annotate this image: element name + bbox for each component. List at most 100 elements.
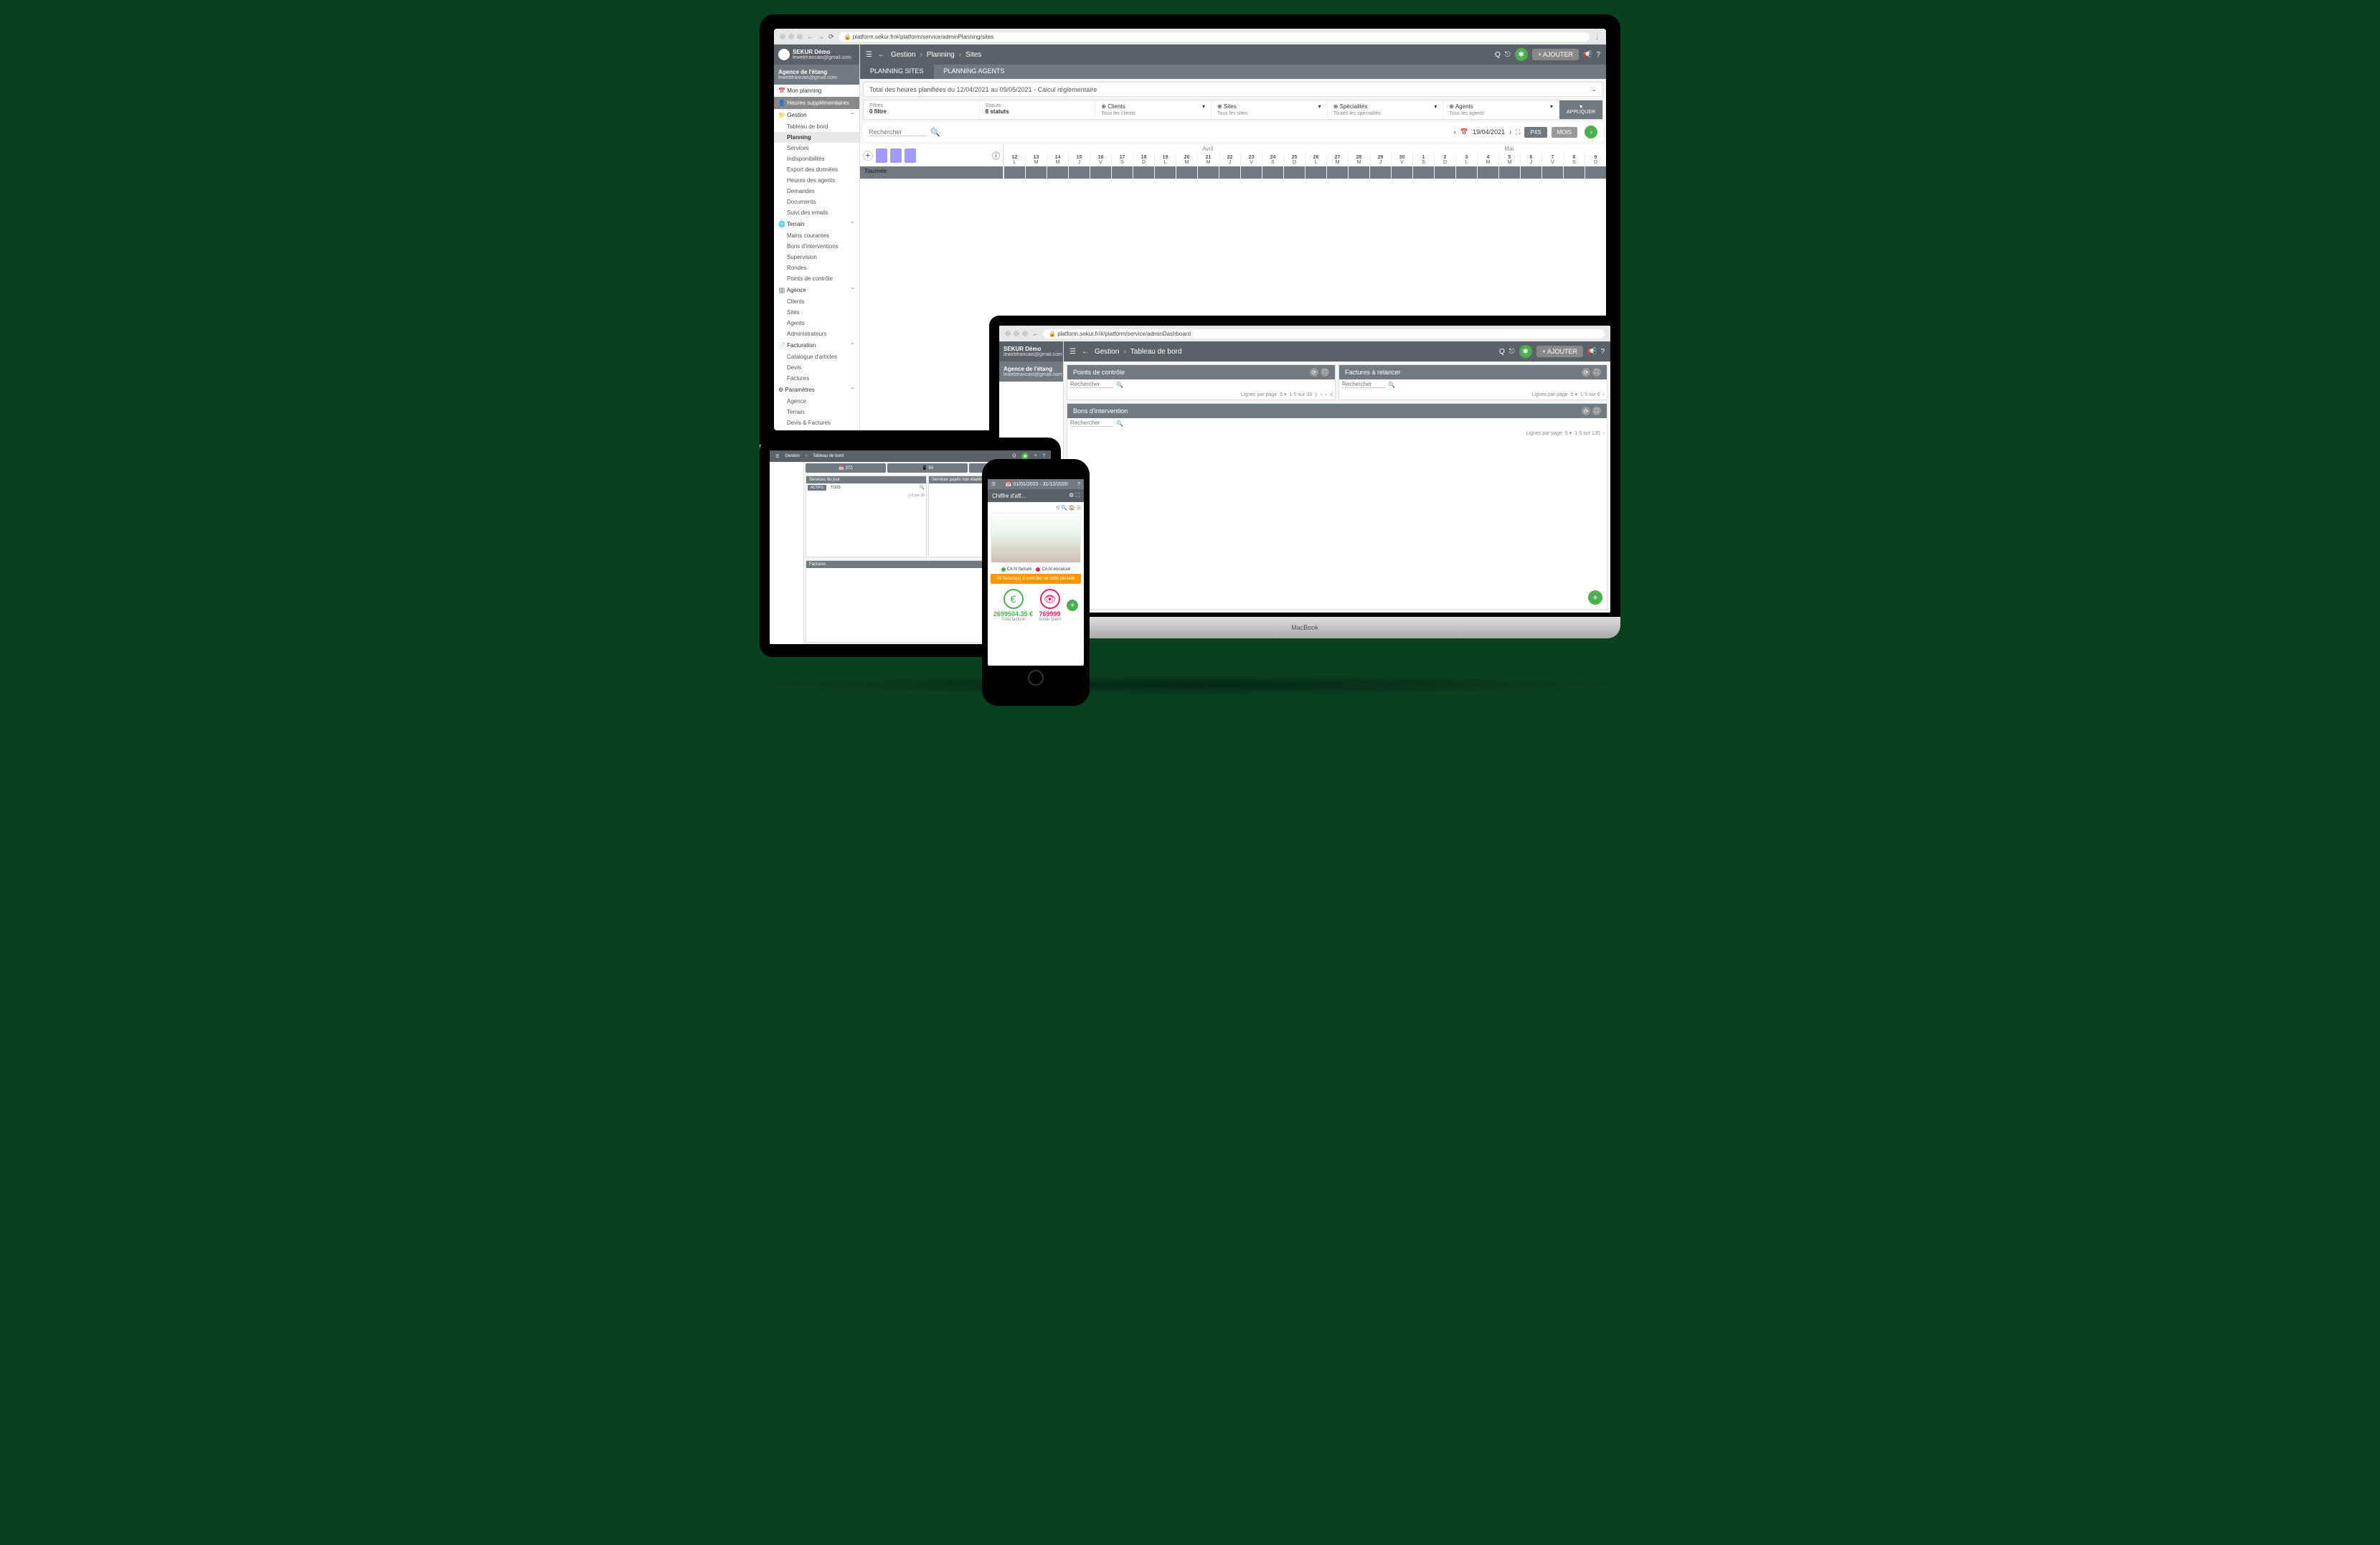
metric-total-facture[interactable]: € 2699504.35 € Total facturé: [993, 589, 1033, 622]
stat-card[interactable]: 📅 372: [806, 463, 886, 473]
planning-cell[interactable]: [1434, 166, 1455, 179]
sidebar-group-parametres[interactable]: ⚙ Paramètres⌃: [774, 384, 859, 396]
menu-icon[interactable]: ☰: [866, 51, 872, 59]
tab-planning-agents[interactable]: PLANNING AGENTS: [934, 65, 1015, 79]
window-controls[interactable]: [780, 34, 803, 39]
sidebar-item-planning[interactable]: Planning: [774, 132, 859, 143]
expand-icon[interactable]: ⛶: [1075, 492, 1080, 499]
planning-cell[interactable]: [1197, 166, 1219, 179]
page-next-button[interactable]: ›: [1603, 431, 1605, 436]
search-icon[interactable]: 🔍: [930, 128, 940, 137]
calendar-day[interactable]: 18D: [1133, 153, 1154, 166]
filter-sites[interactable]: ⊕ Sites▾Tous les sites: [1212, 100, 1328, 119]
filter-statuts[interactable]: Statuts8 statuts: [980, 100, 1096, 119]
add-button[interactable]: + AJOUTER: [1532, 49, 1579, 60]
breadcrumb-item[interactable]: Gestion: [891, 51, 915, 59]
sidebar-item-points-controle[interactable]: Points de contrôle: [774, 273, 859, 284]
calendar-day[interactable]: 23V: [1240, 153, 1262, 166]
planning-cell[interactable]: [1025, 166, 1047, 179]
calendar-day[interactable]: 22J: [1219, 153, 1240, 166]
sidebar-item-documents[interactable]: Documents: [774, 197, 859, 207]
sidebar-item-mon-planning[interactable]: 📅 Mon planning: [774, 85, 859, 97]
planning-cell[interactable]: [1391, 166, 1412, 179]
sidebar-item-bons[interactable]: Bons d'interventions: [774, 241, 859, 252]
planning-cell[interactable]: [1348, 166, 1369, 179]
add-button[interactable]: +: [1034, 454, 1037, 458]
legend-item[interactable]: CA ht facturé: [1001, 567, 1032, 572]
sidebar-item-catalogue[interactable]: Catalogue d'articles: [774, 351, 859, 362]
calendar-day[interactable]: 30V: [1391, 153, 1412, 166]
planning-cell[interactable]: [1219, 166, 1240, 179]
date-prev-button[interactable]: ‹: [1454, 128, 1456, 136]
sidebar-item-supervision[interactable]: Supervision: [774, 252, 859, 263]
sidebar-item-param-devis[interactable]: Devis & Factures: [774, 417, 859, 428]
sidebar-item-param-agence[interactable]: Agence: [774, 396, 859, 407]
page-prev-button[interactable]: ‹: [1321, 392, 1322, 397]
window-controls[interactable]: [1005, 331, 1028, 336]
help-icon[interactable]: ?: [1077, 482, 1080, 487]
calendar-day[interactable]: 27M: [1326, 153, 1348, 166]
breadcrumb-item[interactable]: Gestion: [1095, 348, 1119, 356]
browser-menu-icon[interactable]: ⋮: [1594, 33, 1600, 41]
filter-filtres[interactable]: Filtres0 filtre: [864, 100, 980, 119]
back-icon[interactable]: ←: [1082, 348, 1089, 356]
planning-cell[interactable]: [1585, 166, 1606, 179]
breadcrumb-item[interactable]: Tableau de bord: [813, 454, 844, 458]
sidebar-item-param-terrain[interactable]: Terrain: [774, 407, 859, 417]
calendar-day[interactable]: 20M: [1176, 153, 1197, 166]
page-last-button[interactable]: ›|: [1330, 392, 1333, 397]
add-row-button[interactable]: +: [863, 151, 873, 161]
planning-cell[interactable]: [1455, 166, 1477, 179]
planning-cell[interactable]: [1154, 166, 1176, 179]
sidebar-item-rondes[interactable]: Rondes: [774, 263, 859, 273]
panel-action-icon[interactable]: ⟳: [1582, 368, 1590, 377]
calendar-day[interactable]: 2D: [1434, 153, 1455, 166]
fab-add-button[interactable]: +: [1067, 600, 1078, 611]
planning-cell[interactable]: [1047, 166, 1068, 179]
planning-cell[interactable]: [1412, 166, 1434, 179]
link-icon[interactable]: ⎋: [1505, 51, 1511, 59]
info-bar[interactable]: Total des heures planifiées du 12/04/202…: [863, 82, 1603, 97]
per-page-select[interactable]: 5 ▾: [1565, 430, 1572, 436]
menu-icon[interactable]: ☰: [775, 454, 779, 459]
planning-cell[interactable]: [1305, 166, 1326, 179]
sidebar-item-demandes[interactable]: Demandes: [774, 186, 859, 197]
sidebar-item-agents[interactable]: Agents: [774, 318, 859, 329]
url-bar[interactable]: 🔒 platform.sekur.fr/#/platform/service/a…: [1043, 329, 1605, 339]
search-icon[interactable]: Q: [1495, 51, 1501, 59]
calendar-icon[interactable]: 📅: [1460, 128, 1468, 136]
calendar-day[interactable]: 14M: [1047, 153, 1068, 166]
sidebar-item-export[interactable]: Export des données: [774, 164, 859, 175]
chart-reset-icon[interactable]: ⟲: [1056, 506, 1060, 511]
current-date[interactable]: 19/04/2021: [1473, 128, 1505, 136]
calendar-day[interactable]: 5M: [1498, 153, 1520, 166]
megaphone-icon[interactable]: 📢: [1583, 51, 1592, 59]
sidebar-group-gestion[interactable]: 📁 Gestion⌃: [774, 109, 859, 121]
calendar-day[interactable]: 28M: [1348, 153, 1369, 166]
apply-filter-button[interactable]: ▼APPLIQUER: [1559, 100, 1602, 119]
planning-cell[interactable]: [1563, 166, 1585, 179]
page-next-button[interactable]: ›: [1326, 392, 1327, 397]
planning-cell[interactable]: [1090, 166, 1111, 179]
sidebar-group-agence[interactable]: 🏢 Agence⌃: [774, 284, 859, 296]
view-p4s-button[interactable]: P4S: [1524, 127, 1546, 138]
sidebar-agency-header[interactable]: Agence de l'étang lewebfrancais@gmail.co…: [999, 362, 1063, 382]
calendar-day[interactable]: 8S: [1563, 153, 1585, 166]
sidebar-group-terrain[interactable]: 🌐 Terrain⌃: [774, 218, 859, 230]
per-page-select[interactable]: 5 ▾: [1280, 392, 1286, 397]
help-icon[interactable]: ?: [1043, 454, 1045, 458]
calendar-day[interactable]: 3L: [1455, 153, 1477, 166]
calendar-day[interactable]: 1S: [1412, 153, 1434, 166]
menu-icon[interactable]: ☰: [991, 481, 996, 487]
add-button[interactable]: + AJOUTER: [1536, 346, 1583, 357]
agent-icon[interactable]: [905, 148, 916, 163]
calendar-day[interactable]: 12L: [1004, 153, 1025, 166]
planning-cell[interactable]: [1262, 166, 1283, 179]
search-icon[interactable]: 🔍: [1388, 382, 1395, 388]
nav-reload-icon[interactable]: ⟳: [828, 33, 834, 41]
sidebar-item-factures[interactable]: Factures: [774, 373, 859, 384]
agent-icon[interactable]: [876, 148, 887, 163]
breadcrumb-item[interactable]: Gestion: [785, 454, 800, 458]
help-icon[interactable]: ?: [1596, 51, 1600, 59]
calendar-day[interactable]: 24S: [1262, 153, 1283, 166]
